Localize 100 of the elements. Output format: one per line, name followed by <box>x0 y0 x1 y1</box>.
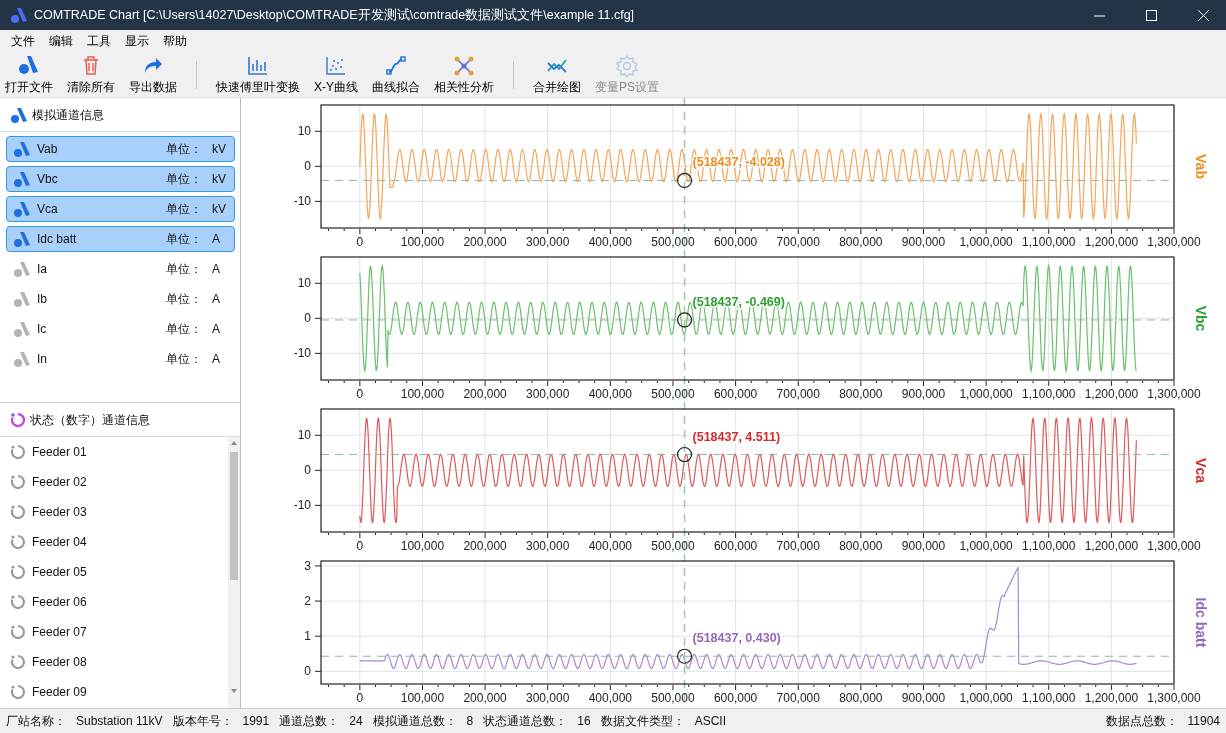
x-tick-label: 1,100,000 <box>1022 387 1076 401</box>
menu-item[interactable]: 文件 <box>4 32 42 50</box>
status-label: 版本年号： <box>172 713 233 730</box>
channel-name: Idc batt <box>37 231 78 248</box>
cursor-marker <box>676 446 693 463</box>
channel-icon <box>13 320 31 338</box>
x-tick-label: 900,000 <box>901 691 946 705</box>
status-label: 状态通道总数： <box>483 713 568 730</box>
status-value: 16 <box>577 713 591 730</box>
unit-value: kV <box>212 141 227 158</box>
x-tick-label: 900,000 <box>901 539 946 553</box>
panel-title: 模拟通道信息 <box>32 106 104 124</box>
channel-item[interactable]: Feeder 06 <box>0 587 228 617</box>
channel-item[interactable]: Feeder 01 <box>0 437 228 467</box>
channel-item[interactable]: Vbc 单位： kV <box>6 166 235 192</box>
app-logo-icon <box>18 55 40 77</box>
toolbar-button[interactable]: 清除所有 <box>64 55 118 94</box>
x-tick-label: 500,000 <box>651 235 695 249</box>
channel-item[interactable]: Feeder 08 <box>0 647 228 677</box>
channel-item[interactable]: Ia 单位： A <box>6 256 235 282</box>
x-tick-label: 100,000 <box>400 539 445 553</box>
channel-item[interactable]: Ic 单位： A <box>6 316 235 342</box>
toolbar-button[interactable]: 曲线拟合 <box>369 55 423 94</box>
menu-item[interactable]: 工具 <box>80 32 118 50</box>
x-tick-label: 0 <box>356 691 364 705</box>
channel-item[interactable]: Feeder 02 <box>0 467 228 497</box>
channel-label: Idc batt <box>1193 597 1209 648</box>
channel-label: Vbc <box>1193 305 1209 332</box>
unit-value: A <box>212 321 221 338</box>
channel-label: Vca <box>1193 458 1209 483</box>
channel-item[interactable]: Feeder 05 <box>0 557 228 587</box>
circular-arrow-icon <box>10 564 26 580</box>
x-tick-label: 1,000,000 <box>959 691 1013 705</box>
cursor-readout: (518437, 4.511) <box>692 429 781 444</box>
channel-name: Feeder 09 <box>32 684 87 701</box>
status-label: 模拟通道总数： <box>372 713 457 730</box>
channel-item[interactable]: Feeder 09 <box>0 677 228 707</box>
window-title: COMTRADE Chart [C:\Users\14027\Desktop\COMTRADE开发测试\comtrade数据测试文件\example 11.cfg] <box>34 6 636 24</box>
x-tick-label: 0 <box>356 539 364 553</box>
channel-icon <box>13 230 31 248</box>
x-tick-label: 700,000 <box>776 235 820 249</box>
cursor-readout: (518437, -0.469) <box>692 294 785 309</box>
channel-item[interactable]: Vca 单位： kV <box>6 196 235 222</box>
channel-item[interactable]: Ib 单位： A <box>6 286 235 312</box>
status-value: 8 <box>466 713 474 730</box>
channel-name: Ic <box>37 321 48 338</box>
circular-arrow-icon <box>10 534 26 550</box>
channel-icon <box>13 290 31 308</box>
y-tick-label: 1 <box>304 629 311 644</box>
unit-label: 单位： <box>166 261 203 278</box>
channel-item[interactable]: Feeder 07 <box>0 617 228 647</box>
toolbar-button[interactable]: X-Y曲线 <box>311 55 361 94</box>
status-value: Substation 11kV <box>76 713 163 730</box>
x-tick-label: 0 <box>356 387 364 401</box>
x-tick-label: 300,000 <box>526 691 570 705</box>
circular-arrow-icon <box>10 654 26 670</box>
menu-item[interactable]: 帮助 <box>156 32 194 50</box>
y-tick-label: 10 <box>297 428 311 443</box>
channel-name: Vbc <box>37 171 59 188</box>
x-tick-label: 1,300,000 <box>1147 691 1201 705</box>
x-tick-label: 200,000 <box>463 539 507 553</box>
menu-item[interactable]: 显示 <box>118 32 156 50</box>
x-tick-label: 400,000 <box>588 235 633 249</box>
channel-item[interactable]: Feeder 03 <box>0 497 228 527</box>
x-tick-label: 600,000 <box>713 387 758 401</box>
channel-item[interactable]: In 单位： A <box>6 346 235 372</box>
channel-item[interactable]: Idc batt 单位： A <box>6 226 235 252</box>
toolbar-button[interactable]: 打开文件 <box>2 55 56 94</box>
toolbar-button[interactable]: 合并绘图 <box>530 55 584 94</box>
x-tick-label: 300,000 <box>526 539 570 553</box>
channel-icon <box>13 200 31 218</box>
scatter-plot-icon <box>325 55 347 77</box>
cursor-marker <box>676 312 693 328</box>
menu-item[interactable]: 编辑 <box>42 32 80 50</box>
x-tick-label: 1,300,000 <box>1147 539 1201 553</box>
status-label: 数据点总数： <box>1105 713 1178 730</box>
y-tick-label: 0 <box>304 664 311 679</box>
channel-name: Ib <box>37 291 48 308</box>
channel-item[interactable]: Feeder 04 <box>0 527 228 557</box>
scrollbar[interactable] <box>228 437 240 708</box>
x-tick-label: 700,000 <box>776 539 820 553</box>
status-label: 通道总数： <box>279 713 340 730</box>
toolbar-button[interactable]: 快速傅里叶变换 <box>213 55 303 94</box>
toolbar-button[interactable]: 导出数据 <box>126 55 180 94</box>
channel-label: Vab <box>1193 154 1209 179</box>
unit-value: kV <box>212 171 227 188</box>
channel-icon <box>10 105 28 124</box>
circular-arrow-icon <box>10 444 26 460</box>
x-tick-label: 100,000 <box>400 387 445 401</box>
x-tick-label: 700,000 <box>776 387 820 401</box>
x-tick-label: 900,000 <box>901 387 946 401</box>
status-label: 厂站名称： <box>6 713 66 730</box>
toolbar-button[interactable]: 相关性分析 <box>431 55 497 94</box>
y-tick-label: 0 <box>304 311 311 326</box>
channel-item[interactable]: Vab 单位： kV <box>6 136 235 162</box>
unit-label: 单位： <box>166 171 203 188</box>
y-tick-label: -10 <box>293 498 311 513</box>
channel-name: Feeder 07 <box>32 624 87 641</box>
x-tick-label: 800,000 <box>839 539 883 553</box>
status-label: 数据文件类型： <box>600 713 685 730</box>
